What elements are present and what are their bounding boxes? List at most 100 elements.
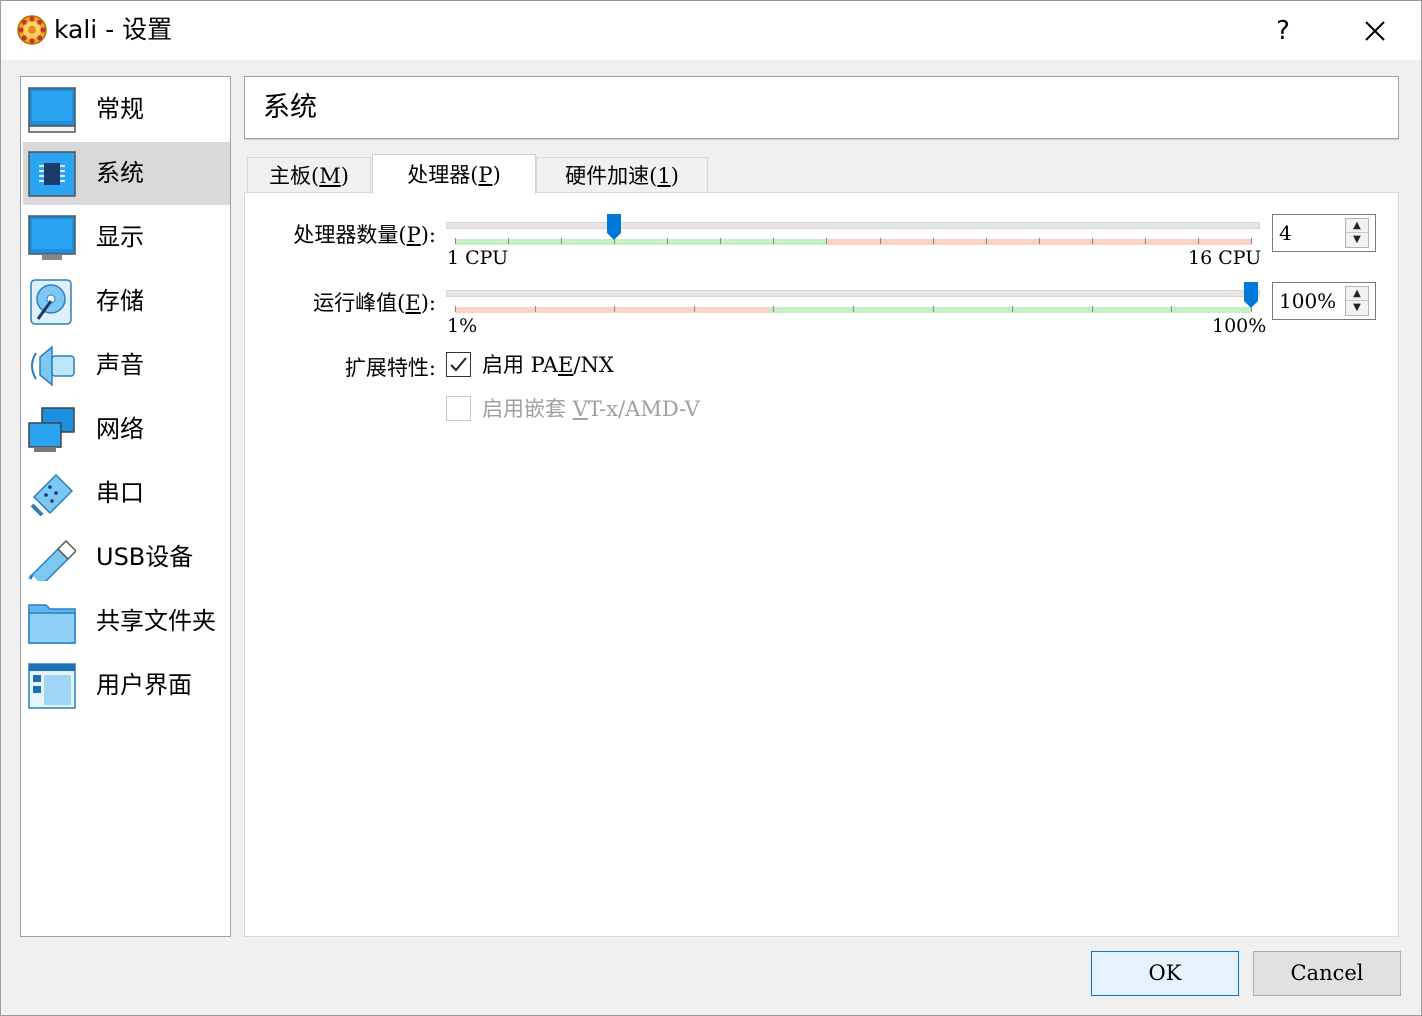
label-mnemonic: E <box>558 353 574 377</box>
serial-port-icon <box>30 473 74 517</box>
slider-tick <box>826 238 828 244</box>
pae-nx-label[interactable]: 启用 PAE/NX <box>482 350 614 380</box>
label-mnemonic: E <box>405 291 421 315</box>
audio-speaker-icon <box>31 345 75 387</box>
network-icon <box>28 407 75 452</box>
general-monitor-icon <box>28 87 76 133</box>
slider-tick <box>561 238 563 244</box>
close-button[interactable] <box>1353 11 1397 51</box>
cap-max-label: 100% <box>1212 315 1267 337</box>
spin-down-button[interactable]: ▼ <box>1346 301 1368 315</box>
slider-tick <box>1251 238 1252 244</box>
tab-acceleration[interactable]: 硬件加速(1) <box>536 157 708 193</box>
low-cap-band <box>455 307 769 313</box>
cpu-count-value: 4 <box>1279 221 1292 245</box>
exec-cap-spinbox[interactable]: 100% ▲ ▼ <box>1272 282 1376 320</box>
recommended-range-band <box>455 239 827 245</box>
slider-tick <box>534 306 536 312</box>
tab-motherboard[interactable]: 主板(M) <box>247 157 371 193</box>
page-header: 系统 <box>244 76 1399 139</box>
slider-handle[interactable] <box>607 214 622 240</box>
sidebar-item-label: 显示 <box>96 223 144 251</box>
slider-tick <box>614 306 616 312</box>
display-monitor-icon <box>28 215 76 260</box>
slider-tick <box>773 306 775 312</box>
label-mnemonic: V <box>572 397 588 421</box>
slider-tick <box>667 238 669 244</box>
exec-cap-slider[interactable] <box>446 282 1260 322</box>
sidebar-item-storage[interactable]: 存储 <box>23 270 230 333</box>
slider-tick <box>720 238 722 244</box>
checkmark-icon <box>450 357 467 372</box>
sidebar-item-shared-folders[interactable]: 共享文件夹 <box>23 590 230 653</box>
sidebar-item-system[interactable]: 系统 <box>23 142 230 205</box>
tab-mnemonic: P <box>478 163 493 187</box>
slider-tick <box>455 238 456 244</box>
virtualbox-gear-icon <box>17 15 47 45</box>
label-text: 启用 PA <box>482 353 559 377</box>
ext-features-label: 扩展特性: <box>344 356 436 380</box>
cpu-max-label: 16 CPU <box>1188 247 1262 269</box>
spin-buttons: ▲ ▼ <box>1345 286 1369 316</box>
label-text-end: ): <box>420 223 436 247</box>
exec-cap-value: 100% <box>1279 289 1337 313</box>
tab-mnemonic: 1 <box>657 164 671 188</box>
tab-processor[interactable]: 处理器(P) <box>372 154 536 194</box>
slider-tick <box>693 306 695 312</box>
spin-up-button[interactable]: ▲ <box>1346 219 1368 233</box>
sidebar-item-network[interactable]: 网络 <box>23 398 230 461</box>
recommended-range-band <box>768 307 1251 313</box>
cancel-button[interactable]: Cancel <box>1253 951 1401 996</box>
slider-tick <box>1091 238 1093 244</box>
slider-handle[interactable] <box>1244 282 1258 308</box>
tab-mnemonic: M <box>319 164 341 188</box>
label-text: 运行峰值( <box>313 291 406 315</box>
slider-tick <box>1144 238 1146 244</box>
label-text-end: /NX <box>573 353 614 377</box>
sidebar-item-label: 常规 <box>96 95 144 123</box>
label-text-end: T-x/AMD-V <box>587 397 700 421</box>
tab-label-end: ) <box>340 164 349 188</box>
label-mnemonic: P <box>406 223 421 247</box>
slider-tick <box>455 306 456 312</box>
nested-vtx-label: 启用嵌套 VT-x/AMD-V <box>482 394 700 424</box>
slider-tick <box>1012 306 1014 312</box>
slider-tick <box>985 238 987 244</box>
system-chip-icon <box>28 151 76 197</box>
sidebar-item-display[interactable]: 显示 <box>23 206 230 269</box>
slider-tick <box>773 238 775 244</box>
window-title: kali - 设置 <box>54 15 173 44</box>
sidebar-item-label: 串口 <box>96 479 144 507</box>
cpu-count-label: 处理器数量(P): <box>262 219 436 249</box>
sidebar-item-label: 系统 <box>96 159 144 187</box>
help-button[interactable]: ? <box>1263 11 1303 51</box>
exec-cap-label: 运行峰值(E): <box>262 287 436 317</box>
cpu-count-slider[interactable] <box>446 214 1260 254</box>
sidebar-item-general[interactable]: 常规 <box>23 78 230 141</box>
sidebar-item-label: 用户界面 <box>96 671 192 699</box>
slider-tick <box>1171 306 1173 312</box>
shared-folder-icon <box>28 604 76 644</box>
cpu-count-spinbox[interactable]: 4 ▲ ▼ <box>1272 214 1376 252</box>
sidebar-item-audio[interactable]: 声音 <box>23 334 230 397</box>
spin-down-button[interactable]: ▼ <box>1346 233 1368 247</box>
sidebar-item-serial[interactable]: 串口 <box>23 462 230 525</box>
slider-tick <box>1091 306 1093 312</box>
slider-tick <box>1197 238 1199 244</box>
sidebar-item-usb[interactable]: USB设备 <box>23 526 230 589</box>
ok-button[interactable]: OK <box>1091 951 1239 996</box>
slider-tick <box>508 238 510 244</box>
cpu-min-label: 1 CPU <box>447 247 509 269</box>
tab-label: 主板( <box>269 164 320 188</box>
tab-label-end: ) <box>670 164 679 188</box>
cap-min-label: 1% <box>447 315 478 337</box>
sidebar-item-user-interface[interactable]: 用户界面 <box>23 654 230 717</box>
slider-tick <box>1038 238 1040 244</box>
slider-groove <box>446 290 1260 297</box>
pae-nx-checkbox[interactable] <box>446 352 471 377</box>
slider-tick <box>879 238 881 244</box>
sidebar-item-label: 网络 <box>96 415 144 443</box>
tab-label: 硬件加速( <box>565 164 658 188</box>
spin-up-button[interactable]: ▲ <box>1346 287 1368 301</box>
label-text: 启用嵌套 <box>482 397 573 421</box>
